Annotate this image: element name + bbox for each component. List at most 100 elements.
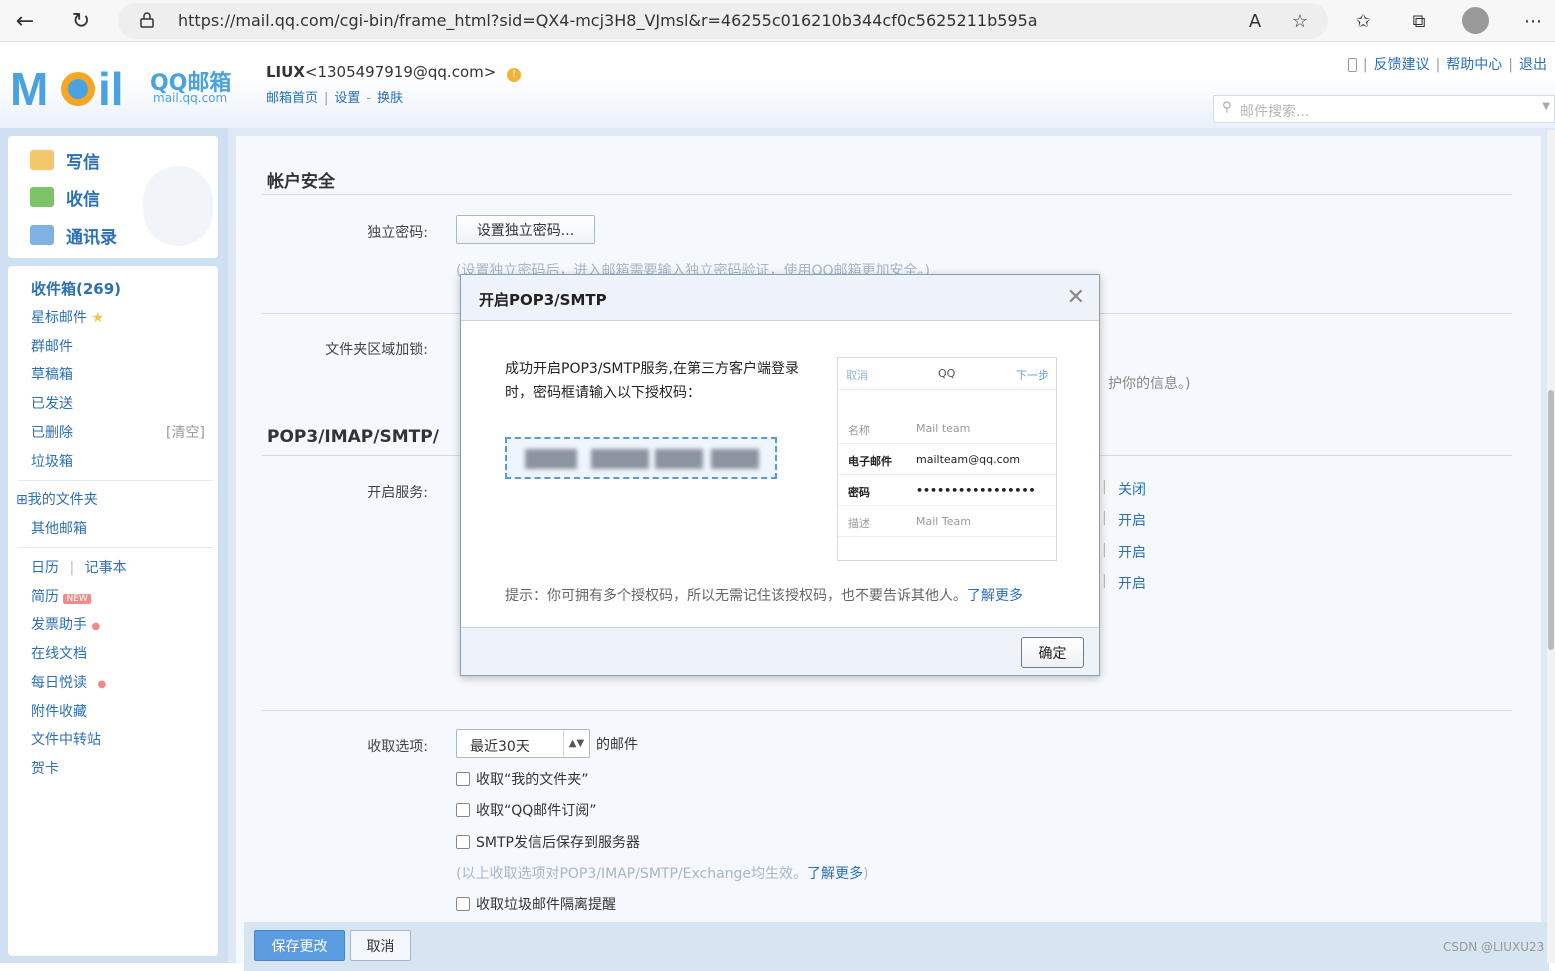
address-bar[interactable]: https://mail.qq.com/cgi-bin/frame_html?s…	[118, 3, 1328, 39]
folder-deleted[interactable]: 已删除	[31, 422, 73, 442]
divider	[18, 480, 213, 481]
empty-trash-link[interactable]: [清空]	[166, 422, 205, 442]
options-note-text: (以上收取选项对POP3/IMAP/SMTP/Exchange均生效。	[456, 866, 808, 882]
option-label: 收取“QQ邮件订阅”	[476, 803, 597, 819]
settings-link[interactable]: 设置	[334, 91, 360, 106]
folder-starred[interactable]: 星标邮件 ★	[31, 307, 104, 327]
notebook-link[interactable]: 记事本	[85, 560, 127, 576]
app-greeting-card[interactable]: 贺卡	[31, 758, 59, 778]
scrollbar-thumb[interactable]	[1548, 390, 1554, 650]
dialog-learn-more-link[interactable]: 了解更多	[967, 588, 1023, 604]
dialog-footer: 确定	[461, 627, 1099, 675]
authorization-code-box[interactable]	[505, 437, 777, 479]
checkbox[interactable]	[456, 772, 470, 786]
app-invoice[interactable]: 发票助手 ●	[31, 614, 100, 634]
phone-row-value: Mail team	[916, 422, 971, 435]
folder-sent[interactable]: 已发送	[31, 393, 73, 413]
folder-spam[interactable]: 垃圾箱	[31, 451, 73, 471]
logout-link[interactable]: 退出	[1519, 57, 1547, 73]
app-file-transfer[interactable]: 文件中转站	[31, 729, 101, 749]
phone-row-key: 密码	[848, 486, 870, 499]
my-folders-toggle[interactable]: ⊞我的文件夹	[16, 489, 98, 509]
dialog-tip: 提示：你可拥有多个授权码，所以无需记住该授权码，也不要告诉其他人。了解更多	[505, 585, 1023, 605]
option-my-folders[interactable]: 收取“我的文件夹”	[456, 769, 589, 789]
pop3-toggle-link[interactable]: 关闭	[1118, 479, 1146, 499]
more-menu-icon[interactable]: ⋯	[1518, 6, 1548, 36]
checkbox[interactable]	[456, 897, 470, 911]
cancel-button[interactable]: 取消	[350, 930, 411, 961]
close-icon[interactable]: ✕	[1067, 285, 1085, 310]
write-button[interactable]: 写信	[30, 146, 100, 174]
dialog-message: 成功开启POP3/SMTP服务,在第三方客户端登录时，密码框请输入以下授权码：	[505, 361, 799, 401]
checkbox[interactable]	[456, 835, 470, 849]
option-spam-reminder[interactable]: 收取垃圾邮件隔离提醒	[456, 894, 616, 914]
star-icon: ★	[91, 310, 105, 326]
section-divider	[262, 194, 1512, 195]
other-mailbox[interactable]: 其他邮箱	[31, 518, 87, 538]
mail-home-link[interactable]: 邮箱首页	[266, 91, 318, 106]
user-info: LIUX<1305497919@qq.com> !	[266, 63, 522, 82]
back-arrow-icon[interactable]: ←	[10, 6, 40, 36]
checkbox[interactable]	[456, 803, 470, 817]
contacts-button[interactable]: 通讯录	[30, 221, 117, 249]
confirm-button[interactable]: 确定	[1021, 637, 1084, 668]
top-links: | 反馈建议 | 帮助中心 | 退出	[1347, 54, 1547, 74]
profile-avatar[interactable]	[1462, 7, 1489, 34]
folder-lock-label: 文件夹区域加锁:	[325, 342, 428, 358]
blurred-code-segment	[655, 449, 703, 469]
user-email: <1305497919@qq.com>	[304, 63, 497, 81]
divider	[18, 547, 213, 548]
calendar-link[interactable]: 日历	[31, 560, 59, 576]
feedback-link[interactable]: 反馈建议	[1374, 57, 1430, 73]
penguin-decoration-icon	[143, 166, 213, 246]
invoice-label: 发票助手	[31, 617, 87, 633]
receive-suffix: 的邮件	[596, 737, 638, 753]
mail-search-input[interactable]: ⚲ 邮件搜索... ▼	[1213, 95, 1555, 123]
change-skin-link[interactable]: 换肤	[377, 91, 403, 106]
refresh-icon[interactable]: ↻	[66, 6, 96, 36]
favorites-icon[interactable]: ✩	[1348, 6, 1378, 36]
add-favorite-icon[interactable]: ☆	[1285, 6, 1315, 36]
dialog-tip-text: 提示：你可拥有多个授权码，所以无需记住该授权码，也不要告诉其他人。	[505, 588, 967, 604]
read-aloud-icon[interactable]: A	[1240, 6, 1270, 36]
mobile-icon[interactable]	[1347, 58, 1357, 72]
app-attachments[interactable]: 附件收藏	[31, 701, 87, 721]
phone-row-value: •••••••••••••••••	[916, 484, 1036, 497]
imap-toggle-link[interactable]: 开启	[1118, 510, 1146, 530]
learn-more-link[interactable]: 了解更多	[807, 866, 863, 882]
option-label: SMTP发信后保存到服务器	[476, 835, 640, 851]
folder-drafts[interactable]: 草稿箱	[31, 364, 73, 384]
exchange-toggle-link[interactable]: 开启	[1118, 542, 1146, 562]
search-dropdown-icon[interactable]: ▼	[1542, 101, 1550, 112]
option-label: 收取垃圾邮件隔离提醒	[476, 897, 616, 913]
qq-mail-logo[interactable]: M il QQ邮箱 mail.qq.com	[10, 63, 250, 115]
receive-range-select[interactable]: 最近30天 ▲▼	[456, 729, 590, 758]
set-independent-password-button[interactable]: 设置独立密码...	[456, 215, 595, 244]
app-daily-read[interactable]: 每日悦读 ●	[31, 672, 106, 692]
user-name: LIUX	[266, 63, 305, 81]
app-online-docs[interactable]: 在线文档	[31, 643, 87, 663]
write-label: 写信	[66, 152, 100, 173]
header-sub-links: 邮箱首页 | 设置 - 换肤	[266, 87, 409, 106]
sidebar: 写信 收信 通讯录 收件箱(269) 星标邮件 ★ 群邮件 草稿箱 已发送 已删…	[0, 128, 228, 963]
new-badge: NEW	[63, 594, 91, 604]
lock-icon	[140, 12, 154, 28]
app-resume[interactable]: 简历 NEW	[31, 586, 91, 606]
link-separator: -	[366, 91, 372, 106]
phone-row-value: Mail Team	[916, 515, 971, 528]
folder-inbox[interactable]: 收件箱(269)	[31, 278, 121, 299]
phone-row: 电子邮件 mailteam@qq.com	[838, 444, 1056, 475]
caldav-toggle-link[interactable]: 开启	[1118, 573, 1146, 593]
phone-row: 描述 Mail Team	[838, 506, 1056, 537]
svg-text:M: M	[10, 63, 48, 113]
folder-group[interactable]: 群邮件	[31, 336, 73, 356]
option-qq-subscription[interactable]: 收取“QQ邮件订阅”	[456, 800, 597, 820]
option-smtp-save[interactable]: SMTP发信后保存到服务器	[456, 832, 640, 852]
collections-icon[interactable]: ⧉	[1404, 6, 1434, 36]
warning-icon[interactable]: !	[507, 68, 522, 82]
daily-read-label: 每日悦读	[31, 675, 87, 691]
save-changes-button[interactable]: 保存更改	[254, 930, 345, 961]
options-note: (以上收取选项对POP3/IMAP/SMTP/Exchange均生效。了解更多)	[456, 863, 869, 883]
receive-button[interactable]: 收信	[30, 183, 100, 211]
help-center-link[interactable]: 帮助中心	[1446, 57, 1502, 73]
